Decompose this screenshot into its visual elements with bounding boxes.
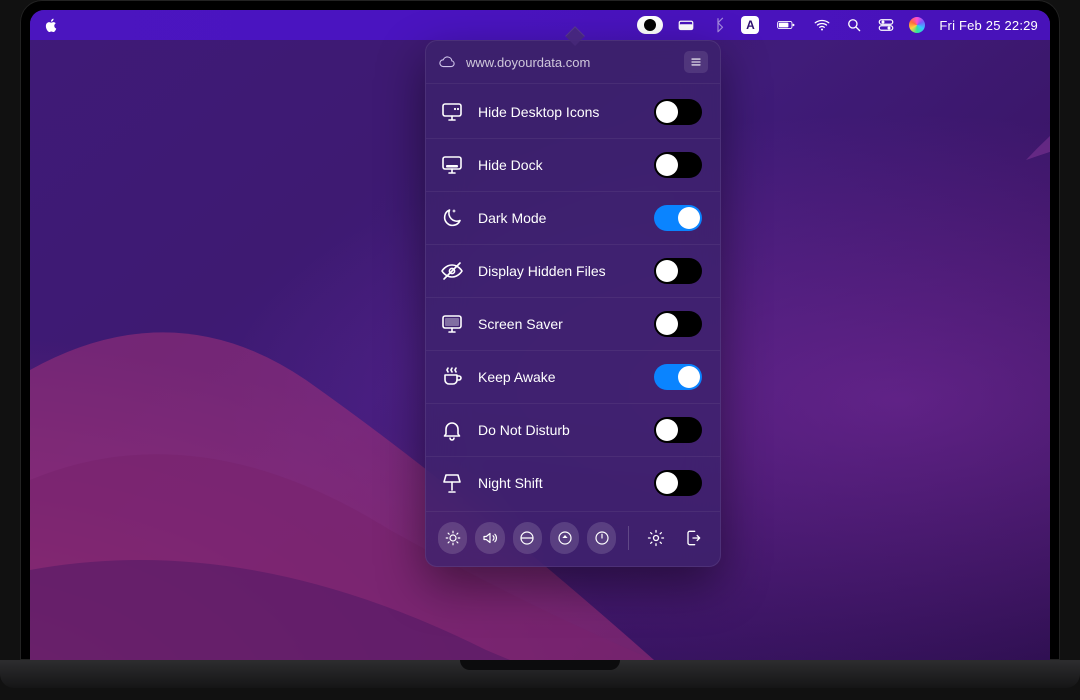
row-keep-awake: Keep Awake: [426, 351, 720, 404]
bell-icon: [440, 418, 464, 442]
menubar-clock[interactable]: Fri Feb 25 22:29: [939, 18, 1038, 33]
toggle-list: Hide Desktop Icons Hide Dock: [426, 84, 720, 511]
apple-logo-icon[interactable]: [42, 16, 60, 34]
row-dark-mode: Dark Mode: [426, 192, 720, 245]
input-source-icon[interactable]: A: [741, 16, 759, 34]
spotlight-icon[interactable]: [845, 16, 863, 34]
eject-button[interactable]: [550, 522, 579, 554]
brightness-button[interactable]: [438, 522, 467, 554]
lamp-icon: [440, 471, 464, 495]
row-label: Screen Saver: [478, 316, 563, 332]
cloud-icon: [438, 53, 456, 71]
quick-toggle-panel: www.doyourdata.com Hide Desktop Icons: [425, 40, 721, 567]
panel-menu-button[interactable]: [684, 51, 708, 73]
bluetooth-off-icon[interactable]: [709, 16, 727, 34]
row-hide-desktop-icons: Hide Desktop Icons: [426, 86, 720, 139]
toggle-do-not-disturb[interactable]: [654, 417, 702, 443]
menubar: A Fri Feb 25 22:29: [30, 10, 1050, 40]
battery-icon[interactable]: [773, 16, 799, 34]
toggle-night-shift[interactable]: [654, 470, 702, 496]
brand-url-link[interactable]: www.doyourdata.com: [466, 55, 590, 70]
footer-divider: [628, 526, 629, 550]
volume-button[interactable]: [475, 522, 504, 554]
app-menubar-icon[interactable]: [637, 16, 663, 34]
desktop-icon: [440, 100, 464, 124]
eye-slash-icon: [440, 259, 464, 283]
row-label: Keep Awake: [478, 369, 556, 385]
toggle-display-hidden-files[interactable]: [654, 258, 702, 284]
row-do-not-disturb: Do Not Disturb: [426, 404, 720, 457]
row-label: Night Shift: [478, 475, 543, 491]
coffee-icon: [440, 365, 464, 389]
dock-icon: [440, 153, 464, 177]
panel-footer: [426, 511, 720, 566]
row-screen-saver: Screen Saver: [426, 298, 720, 351]
toggle-screen-saver[interactable]: [654, 311, 702, 337]
control-center-icon[interactable]: [877, 16, 895, 34]
settings-button[interactable]: [641, 522, 670, 554]
toggle-hide-dock[interactable]: [654, 152, 702, 178]
do-not-disturb-icon[interactable]: [677, 16, 695, 34]
disk-button[interactable]: [513, 522, 542, 554]
toggle-dark-mode[interactable]: [654, 205, 702, 231]
power-button[interactable]: [587, 522, 616, 554]
siri-icon[interactable]: [909, 17, 925, 33]
row-label: Display Hidden Files: [478, 263, 606, 279]
laptop-lid-base: [0, 660, 1080, 688]
screensaver-icon: [440, 312, 464, 336]
screen-bezel: A Fri Feb 25 22:29: [20, 0, 1060, 660]
row-label: Do Not Disturb: [478, 422, 570, 438]
toggle-keep-awake[interactable]: [654, 364, 702, 390]
row-display-hidden-files: Display Hidden Files: [426, 245, 720, 298]
wifi-icon[interactable]: [813, 16, 831, 34]
row-label: Hide Dock: [478, 157, 543, 173]
toggle-hide-desktop-icons[interactable]: [654, 99, 702, 125]
laptop-device: A Fri Feb 25 22:29: [20, 0, 1060, 688]
row-label: Hide Desktop Icons: [478, 104, 599, 120]
desktop: A Fri Feb 25 22:29: [30, 10, 1050, 660]
panel-header: www.doyourdata.com: [426, 41, 720, 84]
row-label: Dark Mode: [478, 210, 546, 226]
row-night-shift: Night Shift: [426, 457, 720, 509]
quit-button[interactable]: [679, 522, 708, 554]
row-hide-dock: Hide Dock: [426, 139, 720, 192]
moon-icon: [440, 206, 464, 230]
